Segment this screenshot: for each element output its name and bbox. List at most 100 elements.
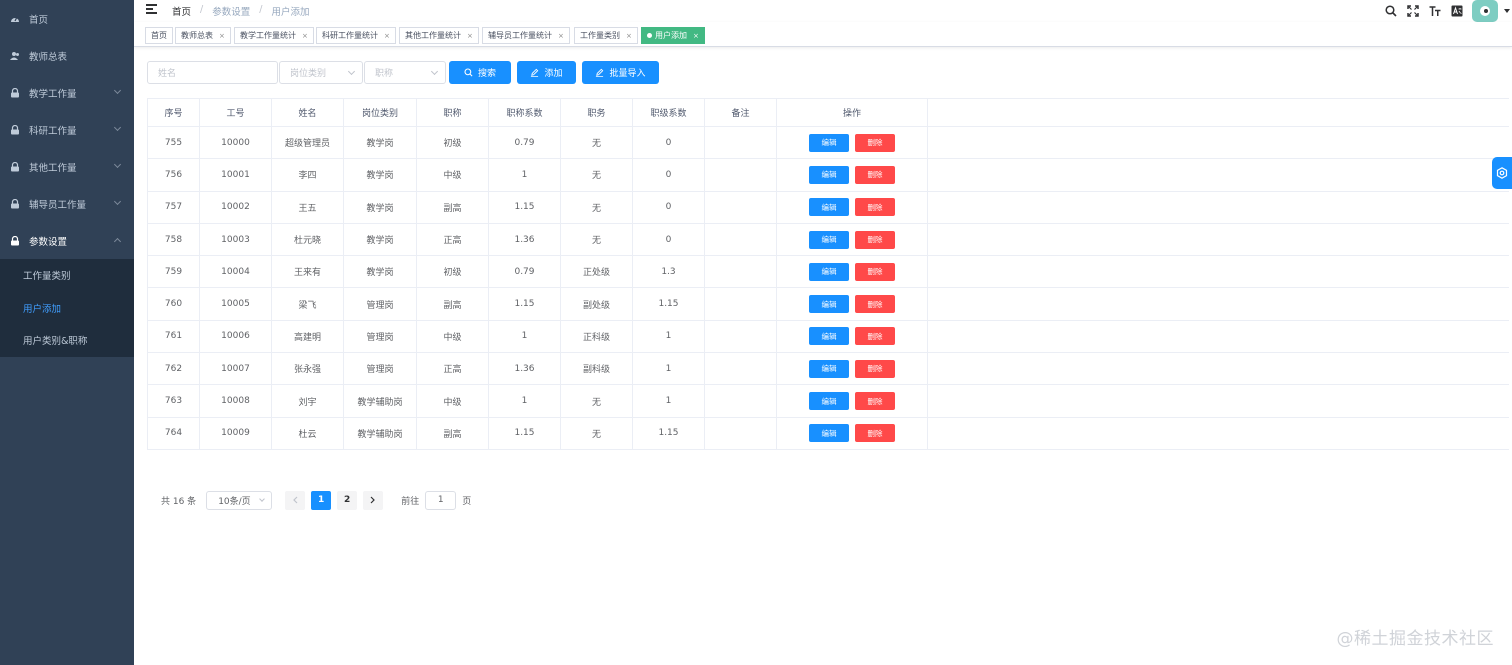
- edit-button[interactable]: 编辑: [809, 295, 849, 314]
- delete-button[interactable]: 删除: [855, 359, 895, 378]
- header-cell-title: 职称: [417, 99, 489, 127]
- table-row: 755 10000 超级管理员 教学岗 初级 0.79 无 0 编辑 删除: [147, 127, 1509, 160]
- settings-drawer-button[interactable]: [1492, 157, 1512, 189]
- tag-other-stats[interactable]: 其他工作量统计 ×: [399, 27, 479, 44]
- edit-button[interactable]: 编辑: [809, 327, 849, 346]
- sidebar-item-teachers[interactable]: 教师总表: [0, 37, 134, 74]
- edit-button[interactable]: 编辑: [809, 424, 849, 443]
- app-layout: 首页 教师总表 教学工作量 科研工作量 其他工作量 辅导员工作量 参数设置 工作…: [0, 0, 1512, 665]
- cell-name: 刘宇: [272, 385, 344, 418]
- close-icon[interactable]: ×: [467, 32, 473, 40]
- category-select[interactable]: 岗位类别: [279, 61, 363, 84]
- sidebar-item-settings[interactable]: 参数设置: [0, 222, 134, 259]
- row-filler: [928, 224, 1509, 257]
- page-button-2[interactable]: 2: [337, 490, 358, 510]
- gear-icon: [1496, 167, 1508, 179]
- delete-button[interactable]: 删除: [855, 327, 895, 346]
- tag-label: 其他工作量统计: [405, 31, 461, 40]
- cell-index: 756: [147, 159, 200, 192]
- language-icon[interactable]: [1446, 1, 1468, 21]
- submenu-item-workload-category[interactable]: 工作量类别: [0, 259, 134, 292]
- submenu-item-user-category[interactable]: 用户类别&职称: [0, 324, 134, 357]
- table-row: 760 10005 梁飞 管理岗 副高 1.15 副处级 1.15 编辑 删除: [147, 288, 1509, 321]
- delete-button[interactable]: 删除: [855, 198, 895, 217]
- delete-button[interactable]: 删除: [855, 133, 895, 152]
- goto-page-input[interactable]: 1: [425, 490, 457, 510]
- sidebar-item-other-workload[interactable]: 其他工作量: [0, 148, 134, 185]
- edit-button[interactable]: 编辑: [809, 230, 849, 249]
- batch-import-button[interactable]: 批量导入: [582, 61, 659, 84]
- header-cell-remark: 备注: [705, 99, 777, 127]
- cell-title: 副高: [417, 191, 489, 224]
- row-filler: [928, 321, 1509, 354]
- next-page-button[interactable]: [363, 490, 384, 510]
- close-icon[interactable]: ×: [302, 32, 308, 40]
- table-body: 755 10000 超级管理员 教学岗 初级 0.79 无 0 编辑 删除 756 10001 李四 教学…: [147, 127, 1509, 450]
- header-cell-category: 岗位类别: [344, 99, 417, 127]
- tag-workload-category[interactable]: 工作量类别 ×: [574, 27, 638, 44]
- header-filler: [928, 99, 1509, 127]
- edit-button[interactable]: 编辑: [809, 262, 849, 281]
- cell-position: 副处级: [561, 288, 633, 321]
- avatar[interactable]: [1472, 0, 1498, 22]
- breadcrumb-item-settings: 参数设置: [212, 7, 251, 18]
- font-size-icon[interactable]: [1424, 1, 1446, 21]
- submenu-item-user-add[interactable]: 用户添加: [0, 292, 134, 325]
- name-input[interactable]: 姓名: [147, 61, 278, 84]
- cell-index: 757: [147, 191, 200, 224]
- edit-button[interactable]: 编辑: [809, 392, 849, 411]
- sidebar-item-home[interactable]: 首页: [0, 0, 134, 37]
- edit-button[interactable]: 编辑: [809, 359, 849, 378]
- sidebar-item-counselor-workload[interactable]: 辅导员工作量: [0, 185, 134, 222]
- close-icon[interactable]: ×: [558, 32, 564, 40]
- edit-button[interactable]: 编辑: [809, 165, 849, 184]
- sidebar-item-research-workload[interactable]: 科研工作量: [0, 111, 134, 148]
- hamburger-icon[interactable]: [146, 4, 157, 14]
- delete-button[interactable]: 删除: [855, 165, 895, 184]
- delete-button[interactable]: 删除: [855, 230, 895, 249]
- page-button-1[interactable]: 1: [311, 490, 332, 510]
- cell-title: 正高: [417, 353, 489, 386]
- delete-button[interactable]: 删除: [855, 262, 895, 281]
- name-input-placeholder: 姓名: [158, 69, 177, 79]
- edit-button[interactable]: 编辑: [809, 133, 849, 152]
- tag-teachers[interactable]: 教师总表 ×: [175, 27, 231, 44]
- tag-teaching-stats[interactable]: 教学工作量统计 ×: [234, 27, 314, 44]
- tag-user-add[interactable]: 用户添加 ×: [641, 27, 705, 44]
- title-select[interactable]: 职称: [364, 61, 446, 84]
- cell-actions: 编辑 删除: [777, 288, 928, 321]
- edit-icon: [531, 68, 539, 77]
- delete-button[interactable]: 删除: [855, 424, 895, 443]
- prev-page-button[interactable]: [285, 490, 306, 510]
- tag-home[interactable]: 首页: [145, 27, 173, 44]
- category-select-placeholder: 岗位类别: [290, 69, 327, 79]
- cell-rank-coef: 0: [633, 159, 705, 192]
- tag-research-stats[interactable]: 科研工作量统计 ×: [316, 27, 396, 44]
- tags-view: 首页 教师总表 × 教学工作量统计 × 科研工作量统计 × 其他工作量统计 × 辅导员工…: [134, 22, 1512, 47]
- edit-button[interactable]: 编辑: [809, 198, 849, 217]
- close-icon[interactable]: ×: [219, 32, 225, 40]
- sidebar-item-teaching-workload[interactable]: 教学工作量: [0, 74, 134, 111]
- delete-button[interactable]: 删除: [855, 392, 895, 411]
- chevron-down-icon: [113, 197, 122, 206]
- breadcrumb: 首页 / 参数设置 / 用户添加: [172, 4, 309, 18]
- breadcrumb-item-home[interactable]: 首页: [172, 4, 191, 18]
- add-button[interactable]: 添加: [517, 61, 576, 84]
- search-button[interactable]: 搜索: [449, 61, 511, 84]
- delete-button[interactable]: 删除: [855, 295, 895, 314]
- caret-down-icon[interactable]: [1504, 9, 1510, 13]
- close-icon[interactable]: ×: [693, 32, 699, 40]
- page-size-select[interactable]: 10条/页: [206, 490, 273, 510]
- chevron-down-icon: [113, 86, 122, 95]
- fullscreen-icon[interactable]: [1402, 1, 1424, 21]
- search-icon[interactable]: [1380, 1, 1402, 21]
- tag-counselor-stats[interactable]: 辅导员工作量统计 ×: [482, 27, 570, 44]
- chevron-down-icon: [113, 160, 122, 169]
- chevron-up-icon: [113, 237, 122, 246]
- close-icon[interactable]: ×: [626, 32, 632, 40]
- close-icon[interactable]: ×: [384, 32, 390, 40]
- chevron-down-icon: [259, 495, 266, 502]
- cell-id: 10006: [200, 320, 272, 354]
- breadcrumb-item-current: 用户添加: [271, 7, 310, 18]
- cell-actions: 编辑 删除: [777, 417, 928, 450]
